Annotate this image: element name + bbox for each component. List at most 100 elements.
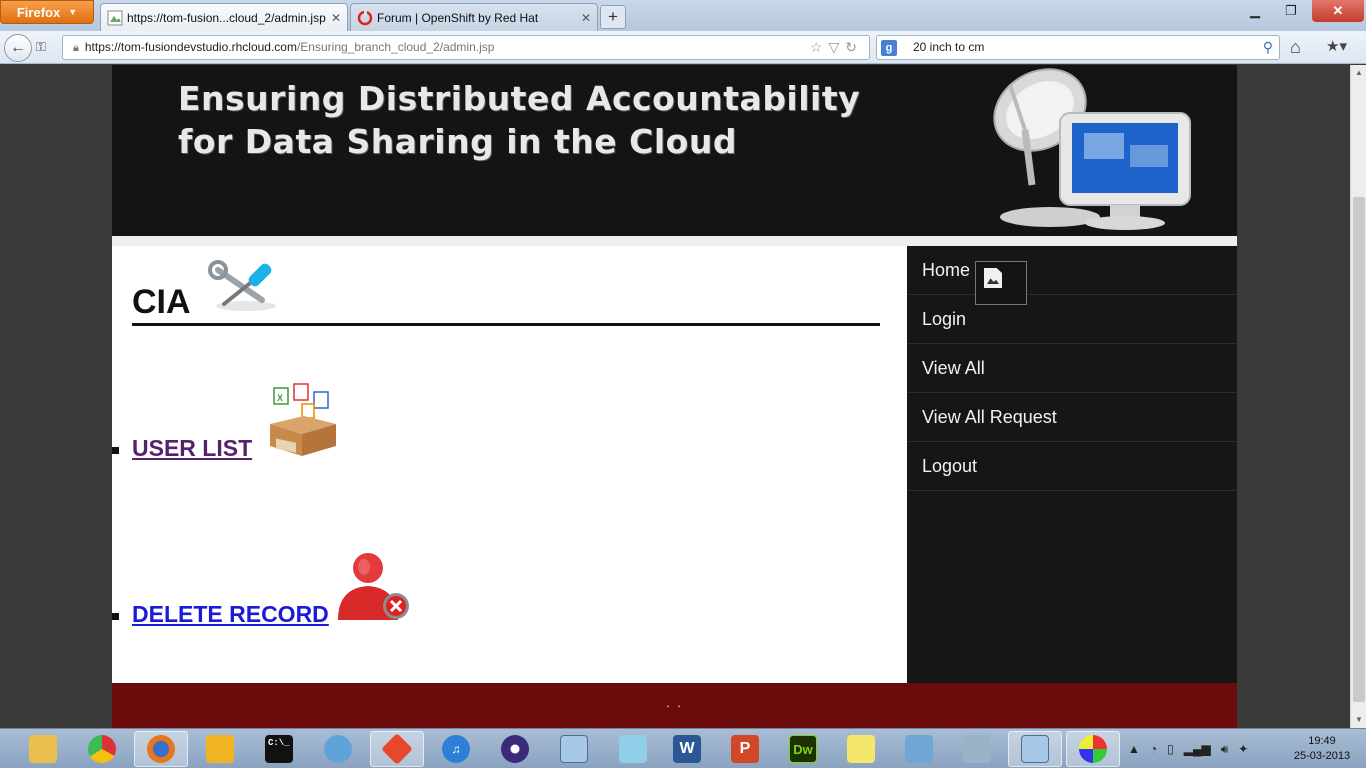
taskbar-virtualbox[interactable]	[547, 731, 601, 767]
new-tab-button[interactable]: +	[600, 5, 626, 29]
folder-icon	[29, 735, 57, 763]
bookmarks-menu-icon[interactable]: ★▾	[1326, 37, 1347, 55]
close-tab-icon[interactable]: ✕	[581, 11, 591, 25]
show-hidden-icons-icon[interactable]: ▲	[1128, 742, 1140, 756]
export-data-box-icon: X	[270, 383, 336, 456]
web-page: Ensuring Distributed Accountability for …	[112, 65, 1237, 728]
page-footer: . .	[112, 683, 1237, 728]
control-panel-icon	[905, 735, 933, 763]
taskbar-puzzle-app[interactable]	[193, 731, 247, 767]
taskbar-word[interactable]: W	[660, 731, 714, 767]
system-clock[interactable]: 19:49 25-03-2013	[1292, 734, 1352, 764]
back-button[interactable]: ←	[4, 34, 32, 62]
delete-user-icon	[338, 553, 409, 620]
taskbar-notepad[interactable]	[606, 731, 660, 767]
taskbar-chrome[interactable]	[75, 731, 129, 767]
nav-item-view-all[interactable]: View All	[907, 344, 1237, 393]
word-icon: W	[673, 735, 701, 763]
tab-admin[interactable]: https://tom-fusion...cloud_2/admin.jsp ✕	[100, 3, 348, 31]
page-favicon-icon	[107, 10, 123, 25]
maximize-button[interactable]: ❐	[1274, 0, 1308, 22]
taskbar-paint[interactable]	[1066, 731, 1120, 767]
taskbar-powerpoint[interactable]: P	[718, 731, 772, 767]
scroll-up-arrow-icon[interactable]: ▲	[1351, 65, 1366, 81]
tab-openshift-forum[interactable]: Forum | OpenShift by Red Hat ✕	[350, 3, 598, 31]
battery-icon[interactable]: ▯	[1167, 742, 1174, 756]
cube-icon	[560, 735, 588, 763]
nav-item-home[interactable]: Home	[907, 246, 1237, 305]
bookmark-star-icon[interactable]: ☆	[810, 39, 829, 55]
taskbar-eclipse[interactable]	[488, 731, 542, 767]
vertical-scrollbar[interactable]: ▲ ▼	[1350, 65, 1366, 728]
page-heading: CIA	[132, 283, 191, 321]
close-window-button[interactable]: ✕	[1312, 0, 1364, 22]
nav-item-logout[interactable]: Logout	[907, 442, 1237, 491]
reload-icon[interactable]: ↻	[845, 39, 863, 55]
openshift-icon	[357, 9, 373, 25]
powerpoint-icon: P	[731, 735, 759, 763]
nav-item-view-all-request[interactable]: View All Request	[907, 393, 1237, 442]
clock-time: 19:49	[1308, 735, 1336, 747]
nav-item-login[interactable]: Login	[907, 295, 1237, 344]
search-icon[interactable]: ⚲	[1263, 36, 1273, 59]
search-input[interactable]: 20 inch to cm	[913, 40, 984, 54]
firefox-menu-label: Firefox	[16, 4, 61, 20]
chevron-down-icon[interactable]: ▽	[828, 39, 845, 55]
chrome-icon	[88, 735, 116, 763]
nav-item-label: Home	[922, 260, 971, 280]
git-icon	[381, 733, 413, 765]
network-monitor-icon[interactable]: ◔	[1150, 742, 1157, 756]
list-bullet	[112, 613, 119, 620]
taskbar-sticky-notes[interactable]	[834, 731, 888, 767]
browser-title-bar: Firefox ▼ https://tom-fusion...cloud_2/a…	[0, 0, 1366, 31]
search-bar[interactable]: g 20 inch to cm ⚲	[876, 35, 1280, 60]
delete-record-link[interactable]: DELETE RECORD	[132, 601, 329, 628]
home-icon[interactable]: ⌂	[1290, 37, 1301, 58]
dropbox-icon[interactable]: ✦	[1238, 742, 1248, 756]
paint-icon	[1079, 735, 1107, 763]
cmd-icon: C:\_	[265, 735, 293, 763]
taskbar-control-panel[interactable]	[892, 731, 946, 767]
firefox-menu-button[interactable]: Firefox ▼	[0, 0, 94, 24]
dreamweaver-icon: Dw	[789, 735, 817, 763]
scroll-down-arrow-icon[interactable]: ▼	[1351, 712, 1366, 728]
taskbar-firefox[interactable]	[134, 731, 188, 767]
notes-icon	[847, 735, 875, 763]
minimize-button[interactable]: ▁	[1240, 0, 1270, 22]
notepad-icon	[619, 735, 647, 763]
lock-icon: 🔒︎	[73, 42, 79, 54]
arrow-left-icon: ←	[10, 39, 26, 56]
volume-icon[interactable]: 🔊︎	[1221, 742, 1229, 757]
close-tab-icon[interactable]: ✕	[331, 11, 341, 25]
google-search-engine-icon[interactable]: g	[881, 40, 897, 56]
url-bar[interactable]: 🔒︎ https://tom-fusiondevstudio.rhcloud.co…	[62, 35, 870, 60]
chevron-down-icon: ▼	[68, 7, 78, 17]
url-host: https://tom-fusiondevstudio.rhcloud.com	[84, 40, 297, 54]
itunes-icon: ♫	[442, 735, 470, 763]
taskbar-virtualbox-2[interactable]	[1008, 731, 1062, 767]
banner-title: Ensuring Distributed Accountability for …	[178, 77, 860, 163]
scrollbar-thumb[interactable]	[1353, 197, 1365, 702]
taskbar-git[interactable]	[370, 731, 424, 767]
taskbar-command-prompt[interactable]: C:\_	[252, 731, 306, 767]
svg-text:X: X	[277, 393, 283, 403]
firefox-icon	[147, 735, 175, 763]
taskbar-task-manager[interactable]	[950, 731, 1004, 767]
taskbar-dreamweaver[interactable]: Dw	[776, 731, 830, 767]
url-path: /Ensuring_branch_cloud_2/admin.jsp	[296, 40, 495, 54]
taskbar-explorer[interactable]	[16, 731, 70, 767]
identity-key-icon[interactable]: ⚿	[36, 39, 46, 55]
site-banner: Ensuring Distributed Accountability for …	[112, 65, 1237, 236]
tab-label: Forum | OpenShift by Red Hat	[377, 10, 539, 25]
taskbar-itunes[interactable]: ♫	[429, 731, 483, 767]
page-viewport: Ensuring Distributed Accountability for …	[0, 65, 1350, 728]
banner-title-line-2: for Data Sharing in the Cloud	[178, 122, 737, 161]
clock-date: 25-03-2013	[1293, 750, 1351, 762]
banner-title-line-1: Ensuring Distributed Accountability	[178, 79, 861, 118]
taskbar-app[interactable]	[311, 731, 365, 767]
satellite-computer-illustration	[993, 68, 1191, 230]
system-tray: ▲ ◔ ▯ ▂▄▆ 🔊︎ ✦	[1128, 735, 1268, 763]
user-list-link[interactable]: USER LIST	[132, 435, 252, 462]
signal-icon[interactable]: ▂▄▆	[1184, 742, 1211, 756]
tab-label: https://tom-fusion...cloud_2/admin.jsp	[127, 10, 326, 25]
